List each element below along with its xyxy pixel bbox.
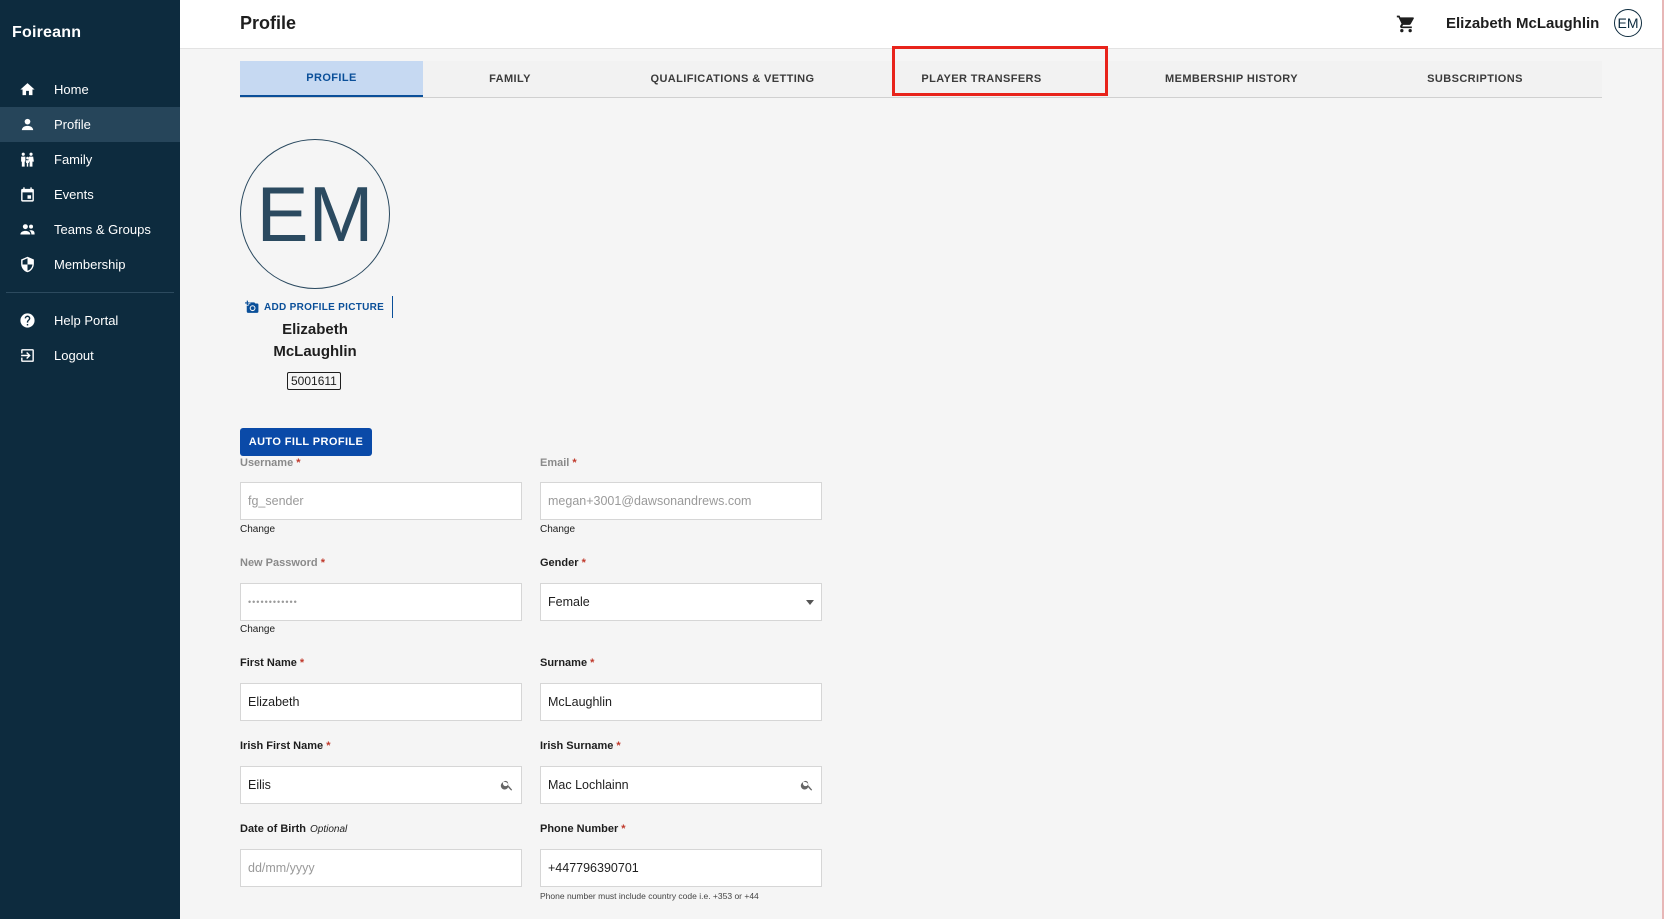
profile-last-name: McLaughlin bbox=[273, 343, 357, 360]
sidebar-item-label: Logout bbox=[54, 348, 94, 363]
date-of-birth-label: Date of Birth Optional bbox=[240, 823, 348, 835]
sidebar-item-membership[interactable]: Membership bbox=[0, 247, 180, 282]
irish-first-name-search[interactable] bbox=[240, 766, 522, 804]
gender-label: Gender * bbox=[540, 557, 586, 569]
new-password-field[interactable] bbox=[240, 583, 522, 621]
phone-number-label: Phone Number * bbox=[540, 823, 626, 835]
sidebar-item-label: Family bbox=[54, 152, 93, 167]
cart-icon[interactable] bbox=[1396, 14, 1416, 34]
sidebar-divider bbox=[6, 292, 174, 293]
sidebar-item-label: Profile bbox=[54, 117, 91, 132]
sidebar-item-profile[interactable]: Profile bbox=[0, 107, 180, 142]
profile-name: Elizabeth McLaughlin bbox=[240, 319, 390, 363]
sidebar-item-label: Home bbox=[54, 82, 89, 97]
sidebar-nav: Home Profile Family Events Teams & Group… bbox=[0, 72, 180, 373]
sidebar-item-teams-groups[interactable]: Teams & Groups bbox=[0, 212, 180, 247]
auto-fill-profile-button[interactable]: AUTO FILL PROFILE bbox=[240, 428, 372, 456]
member-id-badge: 5001611 bbox=[287, 372, 341, 390]
gender-select[interactable] bbox=[540, 583, 822, 621]
add-profile-picture-label: ADD PROFILE PICTURE bbox=[264, 301, 385, 313]
email-label: Email * bbox=[540, 457, 577, 469]
add-profile-picture-button[interactable]: ADD PROFILE PICTURE bbox=[245, 296, 394, 318]
email-field[interactable] bbox=[540, 482, 822, 520]
profile-avatar: EM bbox=[240, 139, 390, 289]
irish-surname-search[interactable] bbox=[540, 766, 822, 804]
sidebar: Foireann Home Profile Family Events Team… bbox=[0, 0, 180, 919]
irish-surname-field[interactable] bbox=[540, 766, 822, 804]
sidebar-item-label: Membership bbox=[54, 257, 126, 272]
avatar[interactable]: EM bbox=[1614, 9, 1642, 37]
sidebar-item-events[interactable]: Events bbox=[0, 177, 180, 212]
tab-subscriptions[interactable]: SUBSCRIPTIONS bbox=[1368, 61, 1582, 97]
logout-icon bbox=[0, 347, 54, 364]
first-name-label: First Name * bbox=[240, 657, 305, 669]
new-password-label: New Password * bbox=[240, 557, 325, 569]
sidebar-item-home[interactable]: Home bbox=[0, 72, 180, 107]
irish-surname-label: Irish Surname * bbox=[540, 740, 621, 752]
sidebar-item-help-portal[interactable]: Help Portal bbox=[0, 303, 180, 338]
brand-logo-text[interactable]: Foireann bbox=[12, 24, 81, 42]
sidebar-item-label: Events bbox=[54, 187, 94, 202]
phone-number-field[interactable] bbox=[540, 849, 822, 887]
sidebar-item-label: Help Portal bbox=[54, 313, 119, 328]
gender-select-value[interactable] bbox=[540, 583, 822, 621]
first-name-field[interactable] bbox=[240, 683, 522, 721]
page-title: Profile bbox=[240, 13, 297, 33]
surname-field[interactable] bbox=[540, 683, 822, 721]
top-bar: Profile Elizabeth McLaughlin EM bbox=[180, 0, 1664, 49]
date-of-birth-field[interactable] bbox=[240, 849, 522, 887]
phone-helper-text: Phone number must include country code i… bbox=[540, 891, 759, 901]
tab-qualifications-vetting[interactable]: QUALIFICATIONS & VETTING bbox=[597, 61, 868, 97]
help-icon bbox=[0, 312, 54, 329]
surname-label: Surname * bbox=[540, 657, 595, 669]
sidebar-item-family[interactable]: Family bbox=[0, 142, 180, 177]
user-name[interactable]: Elizabeth McLaughlin bbox=[1446, 15, 1599, 32]
password-change-link[interactable]: Change bbox=[240, 624, 275, 635]
username-change-link[interactable]: Change bbox=[240, 524, 275, 535]
search-icon[interactable] bbox=[800, 778, 814, 792]
search-icon[interactable] bbox=[500, 778, 514, 792]
irish-first-name-field[interactable] bbox=[240, 766, 522, 804]
highlight-box bbox=[892, 46, 1108, 96]
sidebar-item-label: Teams & Groups bbox=[54, 222, 151, 237]
person-icon bbox=[0, 116, 54, 133]
irish-first-name-label: Irish First Name * bbox=[240, 740, 331, 752]
tab-family[interactable]: FAMILY bbox=[423, 61, 597, 97]
email-change-link[interactable]: Change bbox=[540, 524, 575, 535]
group-icon bbox=[0, 221, 54, 238]
shield-icon bbox=[0, 256, 54, 273]
family-icon bbox=[0, 151, 54, 168]
chevron-down-icon bbox=[806, 600, 814, 605]
tab-profile[interactable]: PROFILE bbox=[240, 61, 423, 97]
calendar-icon bbox=[0, 186, 54, 203]
username-field[interactable] bbox=[240, 482, 522, 520]
add-photo-icon bbox=[245, 300, 259, 313]
profile-first-name: Elizabeth bbox=[282, 321, 348, 338]
username-label: Username * bbox=[240, 457, 301, 469]
sidebar-item-logout[interactable]: Logout bbox=[0, 338, 180, 373]
tab-membership-history[interactable]: MEMBERSHIP HISTORY bbox=[1095, 61, 1368, 97]
home-icon bbox=[0, 81, 54, 98]
